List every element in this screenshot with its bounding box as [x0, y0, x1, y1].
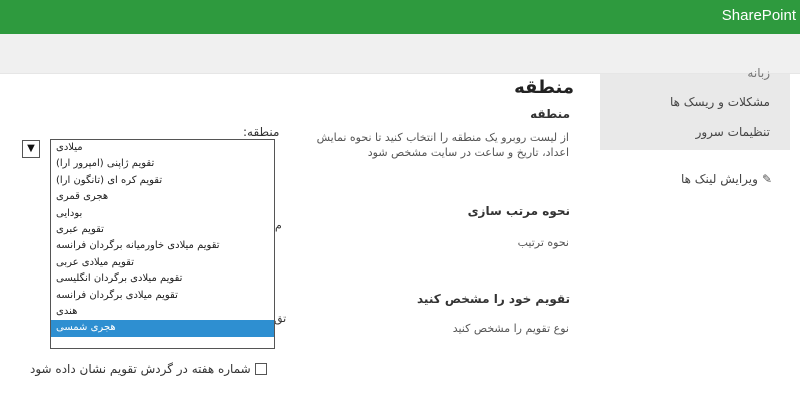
section-title-sort: نحوه مرتب سازی — [467, 204, 570, 218]
pencil-icon: ✎ — [761, 172, 772, 186]
dropdown-option[interactable]: تقویم میلادی برگردان انگلیسی — [51, 271, 274, 287]
chevron-down-icon[interactable]: ▼ — [22, 140, 40, 158]
week-numbers-row: شماره هفته در گردش تقویم نشان داده شود — [30, 362, 267, 376]
nav-item-issues-risks[interactable]: مشکلات و ریسک ها — [670, 95, 770, 109]
section-desc-calendar: نوع تقویم را مشخص کنید — [452, 322, 569, 335]
dropdown-option[interactable]: تقویم میلادی عربی — [51, 255, 274, 271]
region-field-label: منطقه: — [243, 125, 280, 139]
edit-links-label: ویرایش لینک ها — [680, 172, 758, 186]
week-numbers-label: شماره هفته در گردش تقویم نشان داده شود — [30, 362, 251, 376]
page-title: منطقه — [514, 77, 574, 98]
suite-bar: SharePoint — [0, 0, 800, 34]
dropdown-option[interactable]: تقویم میلادی خاورمیانه برگردان فرانسه — [51, 238, 274, 254]
dropdown-option-selected[interactable]: هجری شمسی — [51, 320, 274, 337]
region-dropdown-list[interactable]: میلادی تقویم ژاپنی (امپرور ارا) تقویم کر… — [50, 139, 275, 349]
dropdown-option[interactable]: تقویم ژاپنی (امپرور ارا) — [51, 156, 274, 172]
section-title-region: منطقه — [530, 107, 570, 121]
left-nav: زبانه مشکلات و ریسک ها تنظیمات سرور — [600, 66, 790, 150]
nav-item-partial[interactable]: زبانه — [747, 66, 770, 80]
dropdown-option[interactable]: بودایی — [51, 206, 274, 222]
dropdown-option[interactable]: هجری قمری — [51, 189, 274, 205]
dropdown-option[interactable]: تقویم عبری — [51, 222, 274, 238]
brand-label[interactable]: SharePoint — [722, 7, 796, 24]
section-desc-region-1: از لیست روبرو یک منطقه را انتخاب کنید تا… — [316, 131, 569, 144]
dropdown-option[interactable]: هندی — [51, 304, 274, 320]
hidden-label-fragment: م — [275, 219, 282, 232]
section-desc-sort: نحوه ترتیب — [517, 236, 569, 249]
nav-item-server-settings[interactable]: تنظیمات سرور — [696, 125, 770, 139]
dropdown-option[interactable]: تقویم کره ای (تانگون ارا) — [51, 173, 274, 189]
section-title-calendar: تقویم خود را مشخص کنید — [416, 292, 570, 306]
week-numbers-checkbox[interactable] — [254, 363, 267, 375]
edit-links-link[interactable]: ✎ ویرایش لینک ها — [681, 172, 772, 186]
hidden-label-fragment: تق — [274, 312, 287, 325]
dropdown-option[interactable]: میلادی — [51, 140, 274, 156]
dropdown-option[interactable]: تقویم میلادی برگردان فرانسه — [51, 288, 274, 304]
section-desc-region-2: اعداد، تاریخ و ساعت در سایت مشخص شود — [367, 146, 569, 159]
ribbon-bar — [0, 34, 800, 74]
